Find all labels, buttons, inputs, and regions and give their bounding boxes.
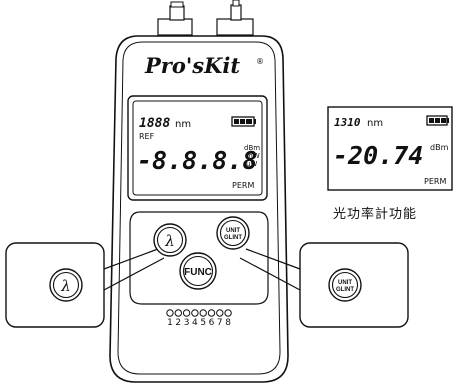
lambda-button-enlarged: λ (49, 268, 83, 302)
right-callout: UNIT GLINT (299, 242, 409, 328)
func-button-label: FUNC (184, 267, 212, 278)
led-7 (216, 309, 224, 317)
led-label-3: 3 (184, 318, 190, 328)
example-unit: dBm (430, 143, 449, 152)
unit-glint-button-line2: GLINT (224, 235, 242, 241)
led-3 (182, 309, 191, 317)
led-8 (224, 309, 232, 317)
led-label-6: 6 (209, 318, 215, 328)
example-value: -20.74 (333, 141, 423, 170)
lcd-unit-mw: mW (246, 152, 260, 160)
connector-ports (157, 0, 254, 36)
led-4 (191, 309, 199, 317)
lcd-wavelength-unit: nm (175, 119, 191, 130)
func-button[interactable]: FUNC (179, 252, 217, 290)
unit-glint-button-enlarged: UNIT GLINT (328, 268, 362, 302)
example-wavelength-unit: nm (367, 118, 383, 129)
lcd-main-value: -8.8.8.8 (137, 146, 257, 175)
unit-glint-button[interactable]: UNIT GLINT (216, 216, 250, 250)
lambda-button[interactable]: λ (153, 223, 187, 257)
lcd-wavelength: 1888 (139, 116, 170, 131)
led-label-2: 2 (175, 318, 181, 328)
led-6 (207, 309, 216, 317)
lcd-unit-dbm: dBm (244, 144, 260, 152)
lambda-button-label: λ (164, 232, 175, 250)
battery-icon (426, 115, 449, 126)
example-lcd: 1310 nm -20.74 dBm PERM (327, 106, 453, 191)
function-caption: 光功率計功能 (333, 207, 418, 222)
example-wavelength: 1310 (334, 116, 361, 129)
led-5 (199, 309, 207, 317)
unit-glint-button-line1: UNIT (226, 228, 240, 234)
led-2 (174, 309, 183, 317)
registered-mark: ® (256, 57, 264, 66)
lcd-ref-label: REF (139, 132, 155, 141)
illustration: Pro'sKit ® 1888 nm REF -8.8.8.8 dBm mW u… (5, 0, 453, 383)
led-1 (166, 309, 174, 317)
lcd-mode: PERM (232, 181, 254, 190)
device-lcd: 1888 nm REF -8.8.8.8 dBm mW uW PERM (127, 95, 268, 201)
led-label-4: 4 (192, 318, 198, 328)
example-mode: PERM (424, 177, 446, 186)
led-label-1: 1 (167, 318, 173, 328)
battery-icon (231, 116, 256, 127)
led-label-5: 5 (200, 318, 206, 328)
brand-logo: Pro'sKit (144, 53, 240, 78)
lambda-enlarged-label: λ (60, 277, 71, 295)
unit-enlarged-line2: GLINT (336, 287, 354, 293)
led-label-7: 7 (217, 318, 223, 328)
meter-body (109, 35, 289, 383)
left-callout: λ (5, 242, 105, 328)
led-label-8: 8 (225, 318, 231, 328)
lcd-unit-uw: uW (246, 160, 257, 168)
unit-enlarged-line1: UNIT (338, 280, 352, 286)
